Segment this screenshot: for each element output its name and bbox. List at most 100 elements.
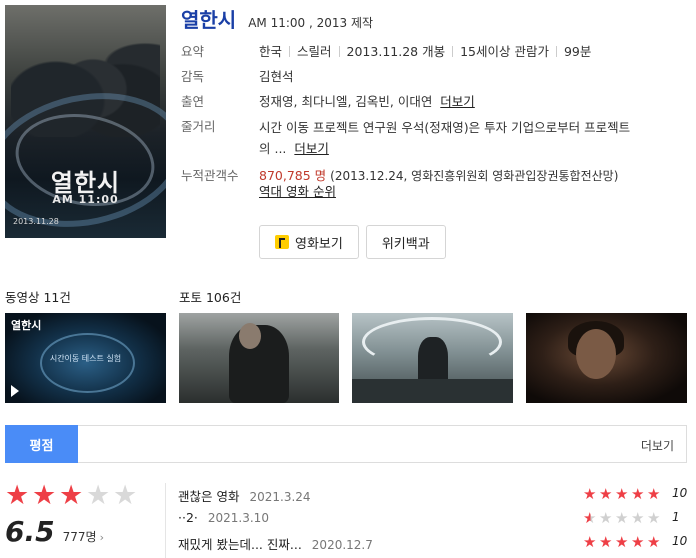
wikipedia-button[interactable]: 위키백과: [365, 225, 446, 259]
wikipedia-label: 위키백과: [381, 236, 430, 252]
age-rating: 15세이상 관람가: [460, 44, 549, 59]
chevron-right-icon: ›: [99, 531, 104, 544]
review-score: 10: [672, 486, 688, 500]
review-text: 괜찮은 영화 2021.3.24: [178, 489, 311, 504]
videos-label[interactable]: 동영상 11건: [5, 287, 71, 306]
star-icon: ★: [583, 533, 597, 551]
synopsis-value: 시간 이동 프로젝트 연구원 우석(정재영)은 투자 기업으로부터 프로젝트 의…: [259, 117, 691, 159]
divider: [338, 46, 340, 57]
summary-value: 한국 스릴러 2013.11.28 개봉 15세이상 관람가 99분: [259, 44, 691, 60]
review-score: 10: [672, 534, 688, 548]
photos-label[interactable]: 포토 106건: [179, 287, 241, 306]
star-icon: ★: [647, 533, 661, 551]
star-icon: ★: [583, 509, 597, 527]
country: 한국: [259, 44, 283, 59]
average-star-rating: ★ ★ ★ ★ ★: [5, 480, 165, 511]
box-office-ranking-link[interactable]: 역대 영화 순위: [259, 184, 336, 199]
title-row: 열한시 AM 11:00 , 2013 제작: [181, 4, 373, 33]
movie-title[interactable]: 열한시: [181, 4, 236, 33]
photo-thumbnail[interactable]: [526, 313, 687, 403]
runtime: 99분: [563, 44, 592, 59]
photo-thumbnail[interactable]: [352, 313, 513, 403]
rating-count: 777명: [62, 530, 97, 544]
star-icon: ★: [113, 480, 138, 511]
star-icon: ★: [615, 485, 629, 503]
review-score: 1: [672, 510, 680, 524]
star-icon: ★: [647, 509, 661, 527]
genre: 스릴러: [297, 44, 332, 59]
star-icon: ★: [32, 480, 57, 511]
review-item[interactable]: ··2· 2021.3.10 ★ ★ ★ ★ ★ 1: [178, 510, 688, 530]
review-item[interactable]: 괜찮은 영화 2021.3.24 ★ ★ ★ ★ ★ 10: [178, 486, 688, 506]
star-icon: ★: [59, 480, 84, 511]
divider: [555, 46, 557, 57]
star-icon: ★: [599, 485, 613, 503]
star-icon: ★: [631, 533, 645, 551]
audience-value: 870,785 명 (2013.12.24, 영화진흥위원회 영화관입장권통합전…: [259, 168, 691, 200]
watch-movie-button[interactable]: 영화보기: [259, 225, 359, 259]
review-star-rating: ★ ★ ★ ★ ★: [583, 535, 662, 550]
divider: [289, 46, 291, 57]
cast-more-link[interactable]: 더보기: [440, 94, 475, 109]
review-text: ··2· 2021.3.10: [178, 510, 269, 525]
photo-figure: [418, 337, 448, 385]
star-icon: ★: [631, 485, 645, 503]
movie-info: 요약 한국 스릴러 2013.11.28 개봉 15세이상 관람가 99분 감독 김현석…: [181, 44, 691, 209]
review-star-rating: ★ ★ ★ ★ ★: [583, 487, 662, 502]
video-logo: 열한시: [11, 319, 42, 332]
tab-rating[interactable]: 평점: [5, 425, 78, 463]
photo-thumbnail[interactable]: [179, 313, 339, 403]
movie-meta: AM 11:00 , 2013 제작: [248, 16, 374, 30]
info-label: 감독: [181, 69, 205, 84]
photo-face: [239, 323, 261, 349]
director-value: 김현석: [259, 69, 294, 84]
score-summary: ★ ★ ★ ★ ★ 6.5 777명 ›: [5, 480, 165, 548]
star-icon: ★: [615, 533, 629, 551]
info-label: 줄거리: [181, 119, 216, 134]
info-label: 누적관객수: [181, 168, 239, 183]
star-icon: ★: [615, 509, 629, 527]
play-icon[interactable]: [11, 385, 19, 397]
rating-tab-bar: 평점 더보기: [5, 425, 687, 463]
cast-value: 정재영, 최다니엘, 김옥빈, 이대연 더보기: [259, 94, 691, 110]
audience-count: 870,785 명: [259, 168, 327, 183]
divider: [165, 483, 166, 558]
video-thumbnail[interactable]: 열한시 시간이동 테스트 실험: [5, 313, 166, 403]
synopsis-line1: 시간 이동 프로젝트 연구원 우석(정재영)은 투자 기업으로부터 프로젝트: [259, 120, 631, 135]
review-star-rating: ★ ★ ★ ★ ★: [583, 511, 662, 526]
movie-poster[interactable]: 열한시 AM 11:00 2013.11.28: [5, 5, 166, 238]
info-label: 출연: [181, 94, 205, 109]
video-caption: 시간이동 테스트 실험: [49, 354, 122, 363]
review-date: 2021.3.24: [249, 490, 311, 504]
star-icon: ★: [599, 509, 613, 527]
action-buttons: 영화보기 위키백과: [259, 225, 446, 259]
star-icon: ★: [647, 485, 661, 503]
star-icon: ★: [86, 480, 111, 511]
review-item[interactable]: 재밌게 봤는데... 진짜... 2020.12.7 ★ ★ ★ ★ ★ 10: [178, 534, 688, 554]
star-icon: ★: [631, 509, 645, 527]
info-row-director: 감독 김현석: [181, 69, 691, 85]
rating-more-link[interactable]: 더보기: [641, 437, 674, 454]
synopsis-more-link[interactable]: 더보기: [294, 141, 329, 156]
kakaopage-icon: [275, 235, 289, 249]
photo-desk: [352, 379, 513, 403]
info-row-summary: 요약 한국 스릴러 2013.11.28 개봉 15세이상 관람가 99분: [181, 44, 691, 60]
info-row-cast: 출연 정재영, 최다니엘, 김옥빈, 이대연 더보기: [181, 94, 691, 110]
cast-names: 정재영, 최다니엘, 김옥빈, 이대연: [259, 94, 433, 109]
info-label: 요약: [181, 44, 205, 59]
synopsis-line2: 의 ...: [259, 141, 287, 156]
photo-face: [576, 329, 616, 379]
star-icon: ★: [5, 480, 30, 511]
score-line[interactable]: 6.5 777명 ›: [5, 515, 165, 548]
average-score: 6.5: [5, 515, 55, 548]
star-icon: ★: [599, 533, 613, 551]
poster-subtitle: AM 11:00: [52, 193, 119, 206]
info-row-audience: 누적관객수 870,785 명 (2013.12.24, 영화진흥위원회 영화관…: [181, 168, 691, 200]
review-text: 재밌게 봤는데... 진짜... 2020.12.7: [178, 537, 373, 552]
star-icon: ★: [583, 485, 597, 503]
info-row-synopsis: 줄거리 시간 이동 프로젝트 연구원 우석(정재영)은 투자 기업으로부터 프로…: [181, 119, 691, 159]
divider: [452, 46, 454, 57]
release-date: 2013.11.28 개봉: [346, 44, 446, 59]
review-date: 2020.12.7: [311, 538, 373, 552]
audience-note: (2013.12.24, 영화진흥위원회 영화관입장권통합전산망): [330, 169, 619, 183]
